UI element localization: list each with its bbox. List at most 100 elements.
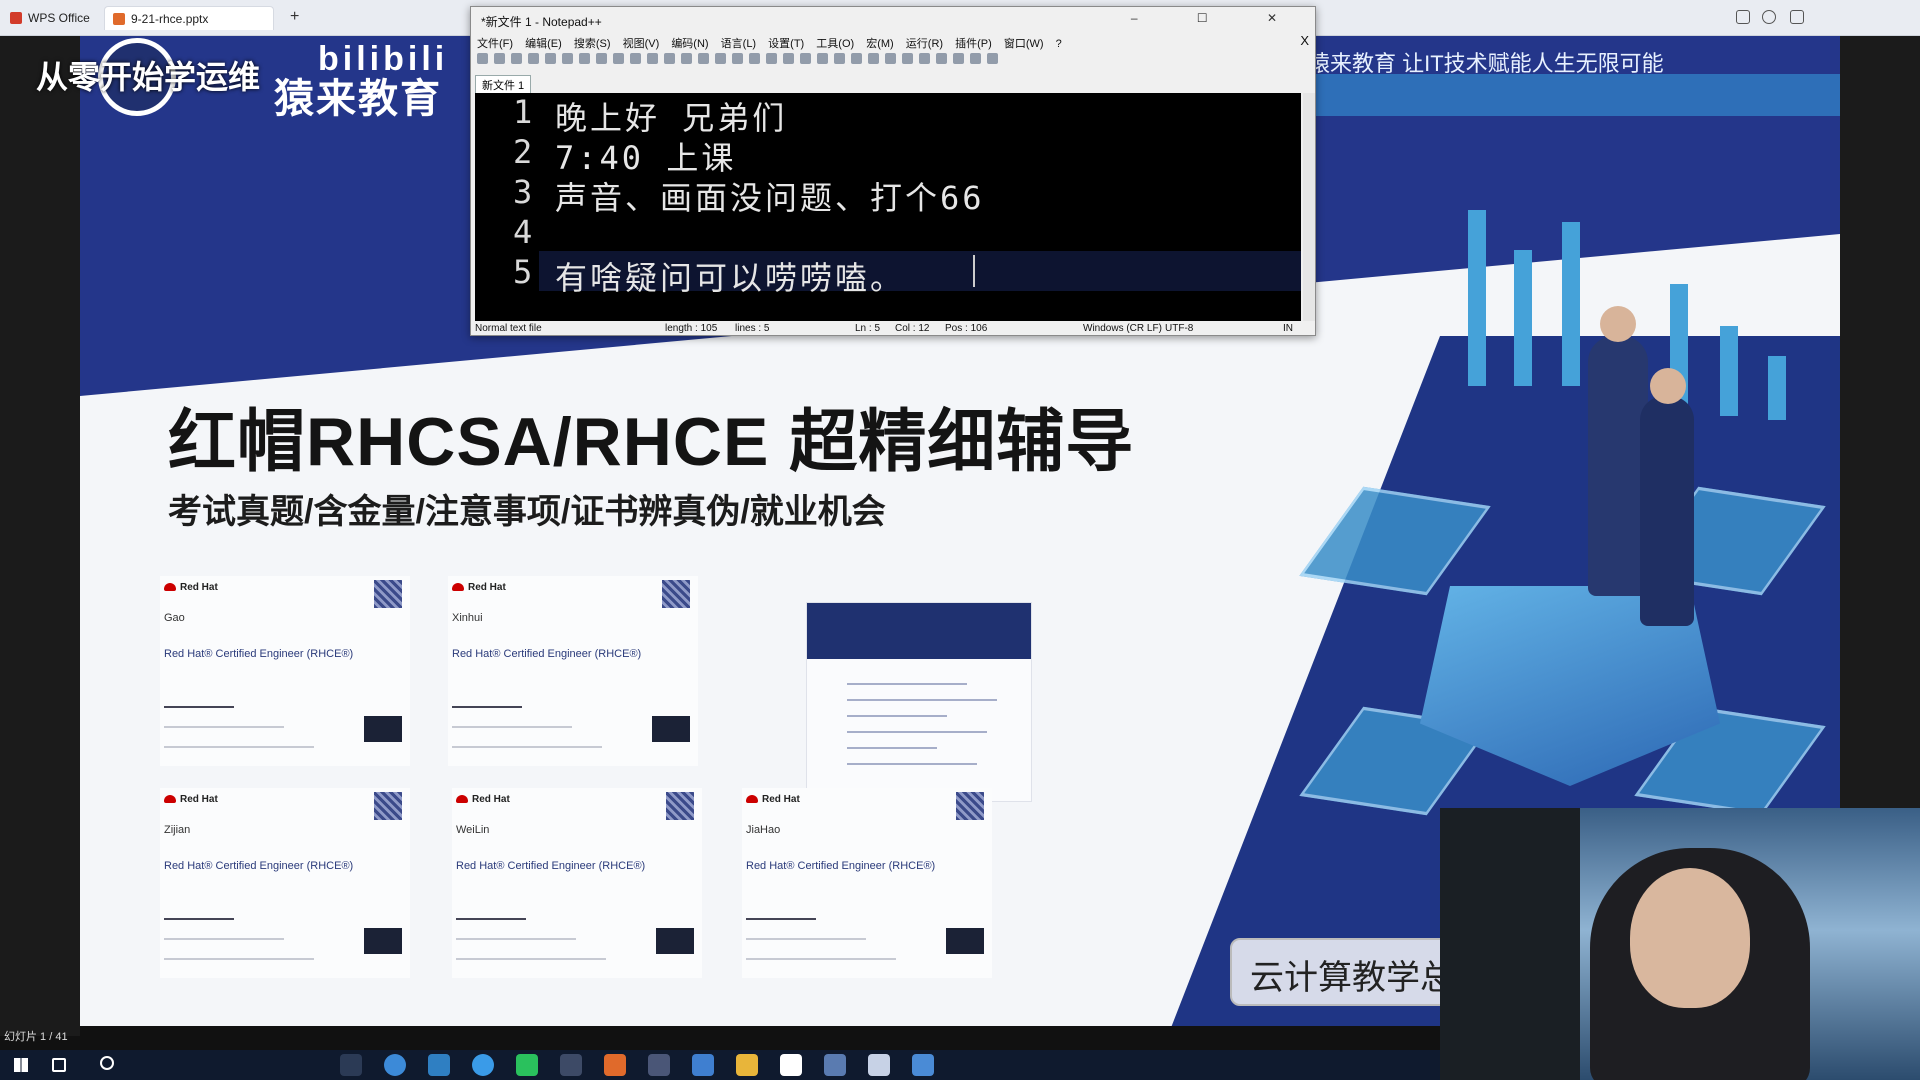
search-icon[interactable]	[100, 1056, 114, 1070]
close-document-button[interactable]: X	[1300, 33, 1309, 48]
new-file-icon[interactable]	[477, 53, 488, 64]
qr-code-icon	[374, 580, 402, 608]
status-ln: Ln : 5	[855, 323, 881, 334]
sync-h-icon[interactable]	[766, 53, 777, 64]
lang-icon[interactable]	[834, 53, 845, 64]
taskbar-app-icon[interactable]	[868, 1054, 890, 1076]
new-tab-button[interactable]: +	[290, 8, 299, 26]
print-icon[interactable]	[579, 53, 590, 64]
taskbar-app-icon[interactable]	[340, 1054, 362, 1076]
play-macro-icon[interactable]	[953, 53, 964, 64]
open-icon[interactable]	[494, 53, 505, 64]
menu-plugins[interactable]: 插件(P)	[955, 38, 992, 50]
qr-code-icon	[666, 792, 694, 820]
slogan-banner	[1312, 74, 1840, 116]
cert-badge	[652, 716, 690, 742]
all-chars-icon[interactable]	[800, 53, 811, 64]
notepad-menubar: 文件(F) 编辑(E) 搜索(S) 视图(V) 编码(N) 语言(L) 设置(T…	[477, 35, 1071, 51]
folder-icon[interactable]	[736, 1054, 758, 1076]
code-editor[interactable]: 1 2 3 4 5 晚上好 兄弟们 7:40 上课 声音、画面没问题、打个66 …	[475, 93, 1301, 321]
save-macro-icon[interactable]	[987, 53, 998, 64]
menu-window[interactable]: 窗口(W)	[1004, 38, 1044, 50]
slide-main-title: 红帽RHCSA/RHCE 超精细辅导	[168, 404, 1135, 480]
taskbar-app-icon[interactable]	[824, 1054, 846, 1076]
caption-text: 云计算教学总	[1250, 959, 1454, 997]
undo-icon[interactable]	[647, 53, 658, 64]
close-all-icon[interactable]	[562, 53, 573, 64]
menu-macro[interactable]: 宏(M)	[866, 38, 894, 50]
replace-icon[interactable]	[698, 53, 709, 64]
wps-taskbar-icon[interactable]	[604, 1054, 626, 1076]
settings-icon[interactable]	[1762, 10, 1776, 24]
menu-edit[interactable]: 编辑(E)	[525, 38, 562, 50]
taskbar-app-icon[interactable]	[472, 1054, 494, 1076]
browser-icon[interactable]	[384, 1054, 406, 1076]
find-icon[interactable]	[681, 53, 692, 64]
monitor-icon[interactable]	[902, 53, 913, 64]
paste-icon[interactable]	[630, 53, 641, 64]
certificate-card: Red Hat WeiLin Red Hat® Certified Engine…	[452, 788, 702, 978]
wps-app-tab[interactable]: WPS Office	[10, 6, 90, 30]
menu-help[interactable]: ?	[1056, 38, 1062, 50]
qr-code-icon	[374, 792, 402, 820]
qr-code-icon	[956, 792, 984, 820]
run-macro-icon[interactable]	[970, 53, 981, 64]
menu-encoding[interactable]: 编码(N)	[671, 38, 708, 50]
status-length: length : 105	[665, 323, 718, 334]
webcam-feed	[1440, 808, 1920, 1080]
wps-logo-icon	[10, 12, 22, 24]
cert-title: Red Hat® Certified Engineer (RHCE®)	[456, 860, 646, 872]
cert-badge	[364, 928, 402, 954]
indent-guide-icon[interactable]	[817, 53, 828, 64]
window-controls[interactable]: – ☐ ✕	[1131, 11, 1305, 25]
taskbar-app-icon[interactable]	[428, 1054, 450, 1076]
menu-search[interactable]: 搜索(S)	[574, 38, 611, 50]
wechat-icon[interactable]	[516, 1054, 538, 1076]
vertical-scrollbar[interactable]	[1303, 93, 1315, 321]
wrap-icon[interactable]	[783, 53, 794, 64]
status-file-type: Normal text file	[475, 323, 542, 334]
save-icon[interactable]	[511, 53, 522, 64]
zoom-in-icon[interactable]	[715, 53, 726, 64]
cert-holder-name: Zijian	[164, 824, 191, 836]
menu-tools[interactable]: 工具(O)	[816, 38, 854, 50]
presenter-face	[1630, 868, 1750, 1008]
menu-settings[interactable]: 设置(T)	[768, 38, 804, 50]
left-margin	[0, 36, 80, 1036]
redo-icon[interactable]	[664, 53, 675, 64]
person-illustration	[1588, 306, 1648, 596]
copy-icon[interactable]	[613, 53, 624, 64]
tab-pptx-file[interactable]: 9-21-rhce.pptx	[104, 6, 274, 30]
taskbar-app-icon[interactable]	[560, 1054, 582, 1076]
stop-macro-icon[interactable]	[936, 53, 947, 64]
webcam-background	[1440, 808, 1580, 1080]
menu-run[interactable]: 运行(R)	[906, 38, 943, 50]
certificate-card: Red Hat Gao Red Hat® Certified Engineer …	[160, 576, 410, 766]
save-all-icon[interactable]	[528, 53, 539, 64]
close-icon[interactable]	[545, 53, 556, 64]
sync-v-icon[interactable]	[749, 53, 760, 64]
menu-view[interactable]: 视图(V)	[623, 38, 660, 50]
layout-icon[interactable]	[1736, 10, 1750, 24]
window-menu-icon[interactable]	[1790, 10, 1804, 24]
record-macro-icon[interactable]	[919, 53, 930, 64]
taskbar-app-icon[interactable]	[692, 1054, 714, 1076]
menu-file[interactable]: 文件(F)	[477, 38, 513, 50]
task-view-icon[interactable]	[52, 1058, 66, 1072]
doc-map-icon[interactable]	[851, 53, 862, 64]
slide-counter: 幻灯片 1 / 41	[4, 1031, 68, 1043]
zoom-out-icon[interactable]	[732, 53, 743, 64]
chart-bar-decor	[1768, 356, 1786, 420]
start-icon[interactable]	[14, 1058, 28, 1072]
menu-language[interactable]: 语言(L)	[721, 38, 756, 50]
folder-workspace-icon[interactable]	[885, 53, 896, 64]
notepad-window[interactable]: *新文件 1 - Notepad++ – ☐ ✕ 文件(F) 编辑(E) 搜索(…	[470, 6, 1316, 336]
typora-icon[interactable]	[780, 1054, 802, 1076]
document-tab[interactable]: 新文件 1	[475, 75, 532, 93]
cut-icon[interactable]	[596, 53, 607, 64]
website-screenshot	[806, 602, 1032, 802]
func-list-icon[interactable]	[868, 53, 879, 64]
notepad-taskbar-icon[interactable]	[912, 1054, 934, 1076]
status-lines: lines : 5	[735, 323, 770, 334]
taskbar-app-icon[interactable]	[648, 1054, 670, 1076]
